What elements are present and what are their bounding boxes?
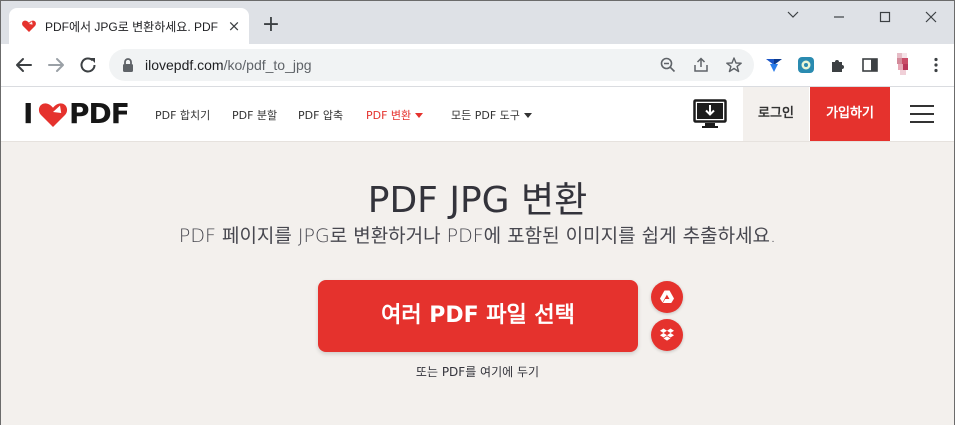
login-button[interactable]: 로그인 [743, 87, 809, 141]
kebab-menu-icon[interactable] [927, 56, 945, 74]
signup-button[interactable]: 가입하기 [810, 87, 890, 141]
menu-split-pdf[interactable]: PDF 분할 [232, 107, 277, 123]
menu-convert-label: PDF 변환 [366, 109, 412, 122]
puzzle-icon[interactable] [829, 56, 847, 74]
chevron-down-icon [415, 113, 424, 118]
select-pdf-files-button[interactable]: 여러 PDF 파일 선택 [318, 280, 638, 352]
minimize-icon[interactable] [770, 1, 816, 33]
window-close-icon[interactable] [908, 1, 954, 33]
window-minimize-icon[interactable] [816, 1, 862, 33]
google-drive-button[interactable] [651, 281, 683, 313]
maximize-icon[interactable] [862, 1, 908, 33]
close-icon[interactable]: × [225, 17, 243, 35]
heart-logo-icon [38, 103, 68, 127]
drop-hint-text: 또는 PDF를 여기에 두기 [415, 365, 540, 379]
heart-favicon [22, 20, 36, 32]
url-path: /ko/pdf_to_jpg [223, 57, 312, 73]
dropbox-button[interactable] [651, 319, 683, 351]
hamburger-menu-icon[interactable] [910, 105, 934, 123]
address-bar[interactable]: ilovepdf.com/ko/pdf_to_jpg [109, 49, 754, 81]
browser-toolbar: ilovepdf.com/ko/pdf_to_jpg [1, 44, 954, 87]
reload-icon[interactable] [76, 53, 100, 77]
page-title: PDF JPG 변환 [367, 180, 588, 221]
dropbox-icon [660, 328, 674, 341]
menu-compress-label: PDF 압축 [298, 109, 344, 122]
site-header: I PDF PDF 합치기 PDF 분할 PDF 압축 PDF 변환 모든 PD… [1, 87, 954, 142]
logo-text-pdf: PDF [69, 97, 130, 130]
main-content: PDF JPG 변환 PDF 페이지를 JPG로 변환하거나 PDF에 포함된 … [1, 142, 954, 425]
extension-icon[interactable] [765, 56, 783, 74]
side-panel-icon[interactable] [861, 56, 879, 74]
browser-tab-active[interactable]: PDF에서 JPG로 변환하세요. PDF × [9, 8, 249, 44]
menu-all-tools-label: 모든 PDF 도구 [451, 109, 520, 122]
menu-merge-pdf[interactable]: PDF 합치기 [155, 107, 210, 123]
logo-text-i: I [23, 97, 33, 130]
menu-convert-pdf[interactable]: PDF 변환 [366, 107, 424, 123]
extension-icon[interactable] [797, 56, 815, 74]
plus-icon[interactable]: + [259, 14, 283, 38]
avatar[interactable] [891, 52, 915, 76]
url-domain: ilovepdf.com [145, 57, 224, 73]
back-arrow-icon[interactable] [12, 53, 36, 77]
desktop-download-icon[interactable] [693, 99, 727, 129]
chevron-down-icon [523, 113, 532, 118]
menu-compress-pdf[interactable]: PDF 압축 [298, 107, 343, 123]
tab-strip: PDF에서 JPG로 변환하세요. PDF × + [1, 1, 954, 44]
lock-icon[interactable] [121, 57, 135, 73]
share-icon[interactable] [692, 56, 710, 74]
url-text[interactable]: ilovepdf.com/ko/pdf_to_jpg [145, 57, 312, 73]
page-subtitle: PDF 페이지를 JPG로 변환하거나 PDF에 포함된 이미지를 쉽게 추출하… [178, 225, 777, 247]
star-icon[interactable] [725, 56, 743, 74]
google-drive-icon [660, 290, 674, 303]
tab-title: PDF에서 JPG로 변환하세요. PDF [45, 20, 218, 34]
menu-all-tools[interactable]: 모든 PDF 도구 [451, 107, 532, 123]
browser-window: PDF에서 JPG로 변환하세요. PDF × + ilovepdf.com/k… [0, 0, 955, 425]
forward-arrow-icon[interactable] [44, 53, 68, 77]
zoom-icon[interactable] [659, 56, 677, 74]
